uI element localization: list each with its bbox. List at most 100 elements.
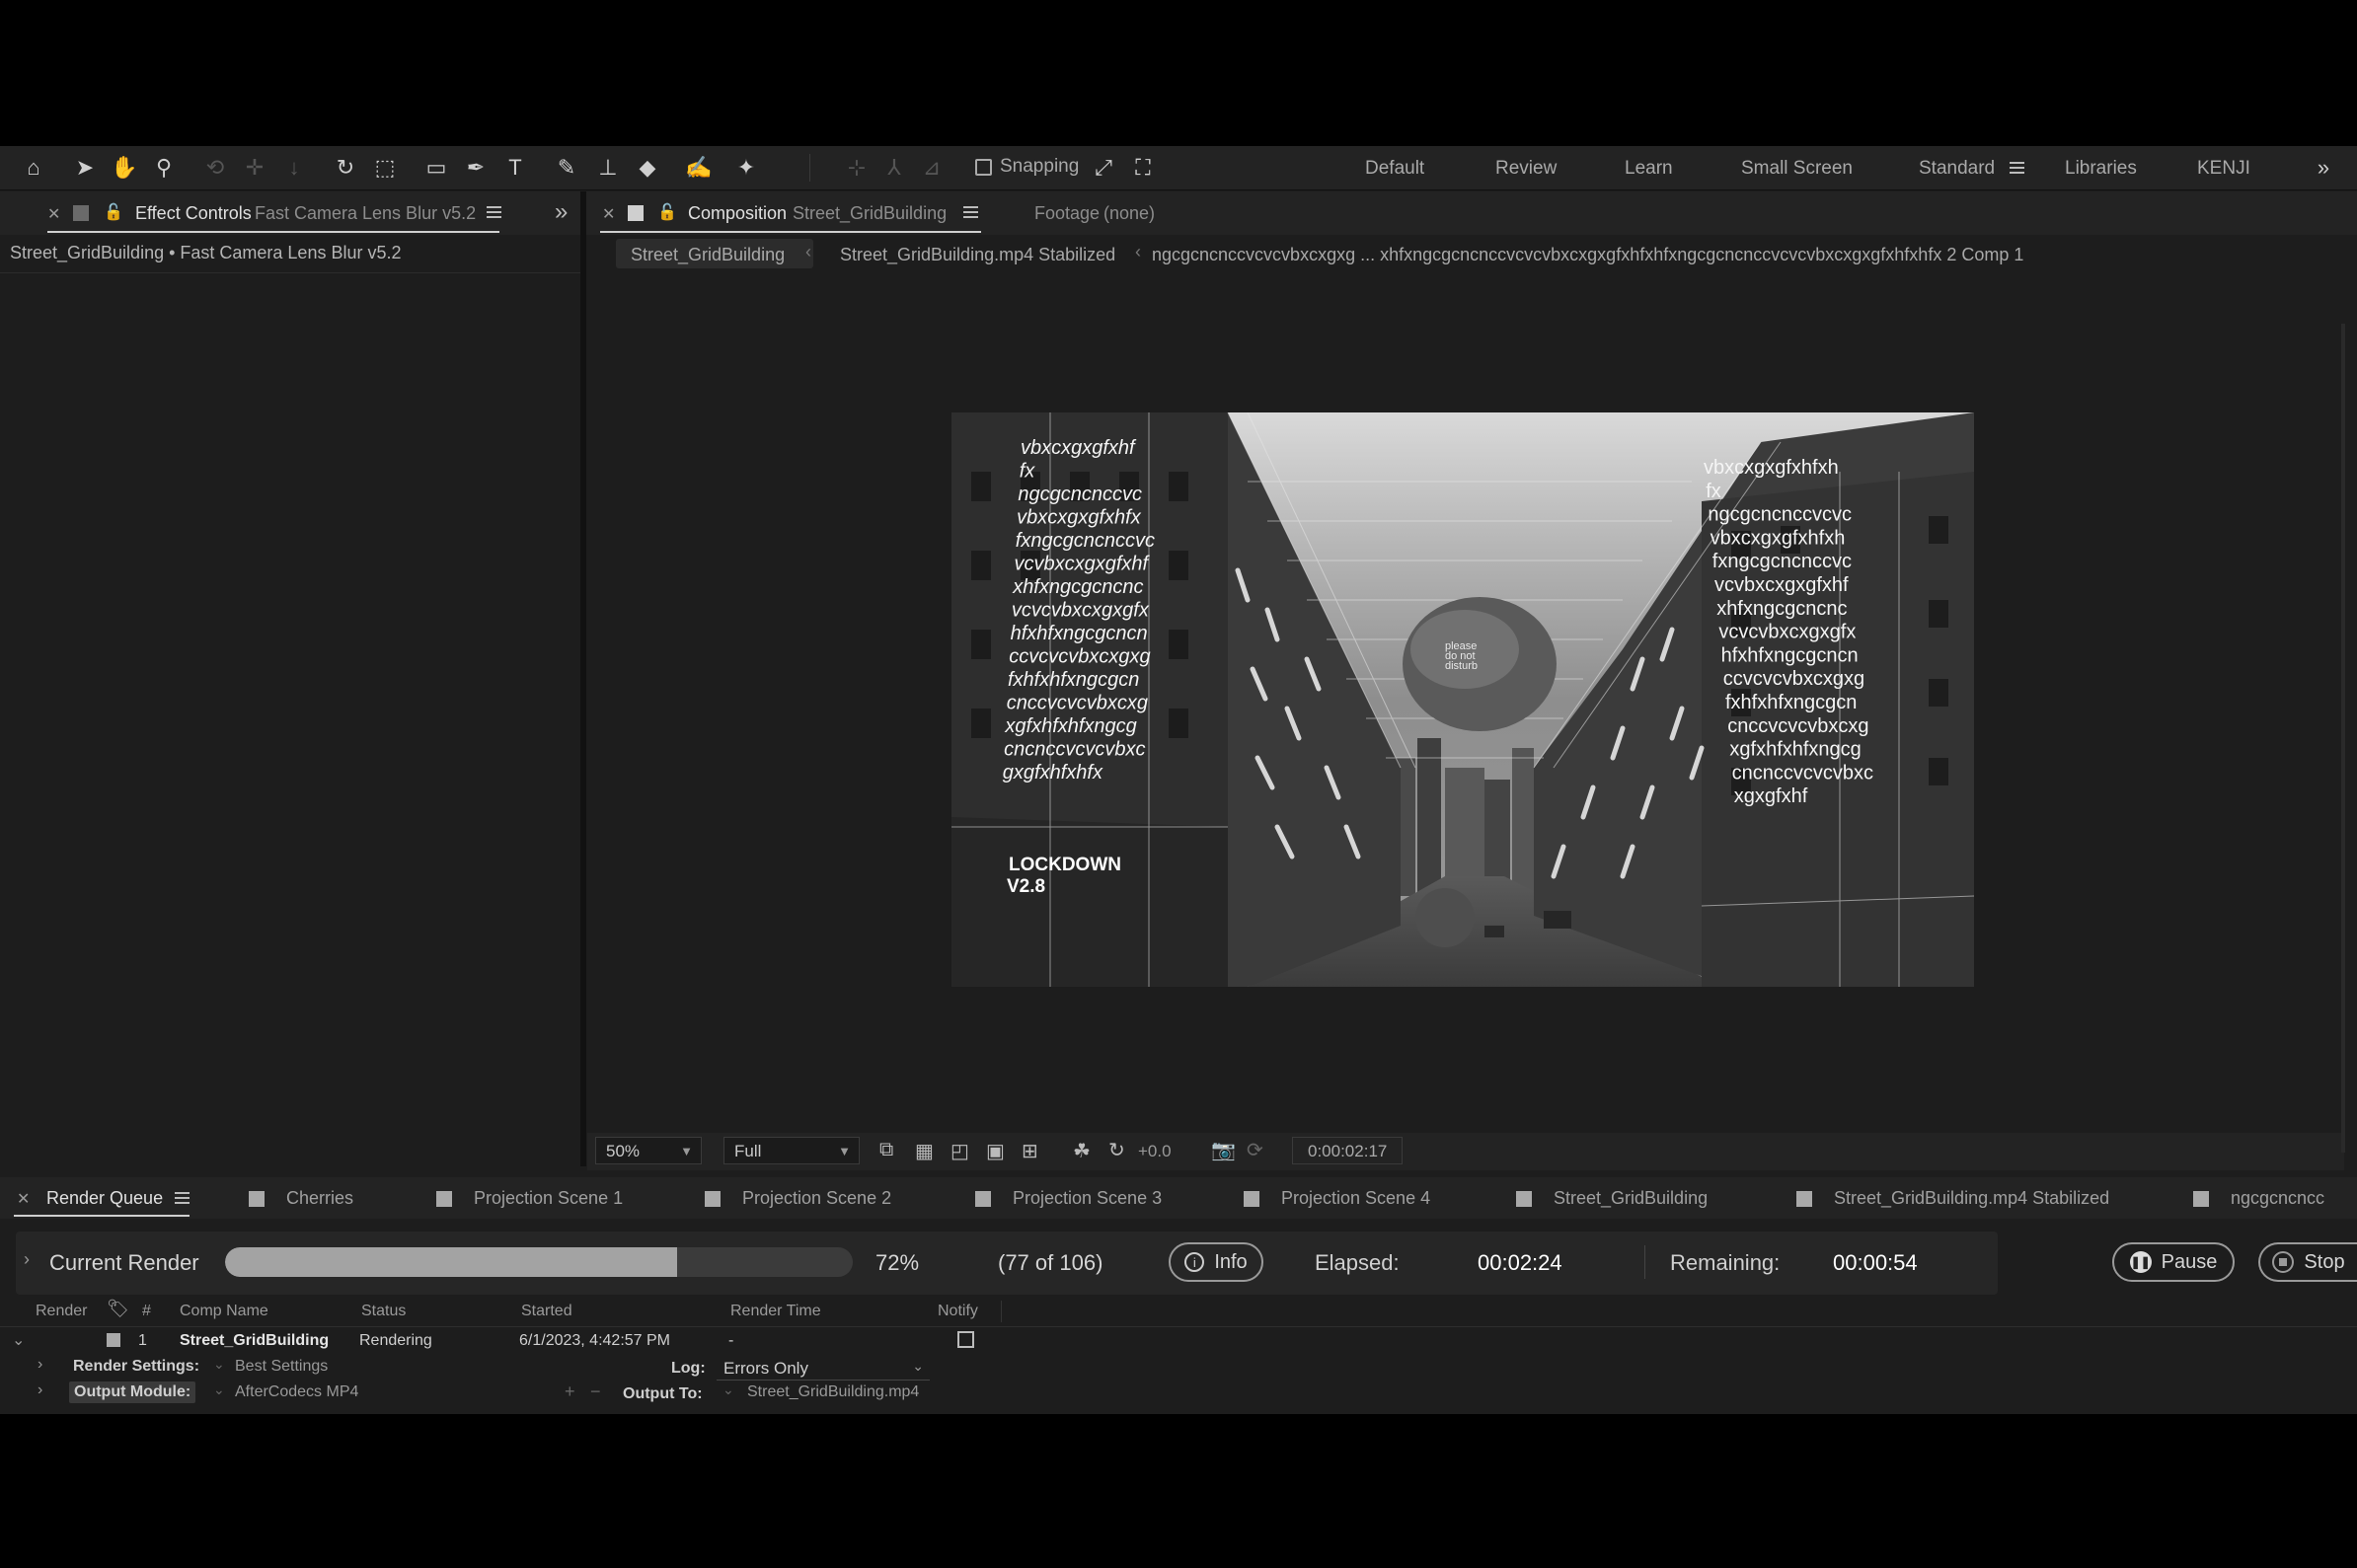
workspace-review[interactable]: Review (1495, 158, 1557, 180)
transparency-grid-icon[interactable]: ▦ (915, 1139, 934, 1163)
reset-exposure-icon[interactable]: ↻ (1108, 1138, 1125, 1162)
eraser-tool-icon[interactable]: ◆ (634, 154, 661, 182)
roto-brush-icon[interactable]: ✍ (685, 154, 713, 182)
home-icon[interactable]: ⌂ (20, 154, 47, 182)
timecode[interactable]: 0:00:02:17 (1308, 1142, 1387, 1161)
render-settings-value[interactable]: Best Settings (235, 1358, 328, 1376)
region-of-interest-icon[interactable]: ▣ (986, 1139, 1005, 1163)
workspace-learn[interactable]: Learn (1625, 158, 1673, 180)
rectangle-tool-icon[interactable]: ▭ (422, 154, 450, 182)
render-queue-tab[interactable]: Render Queue (46, 1188, 163, 1209)
zoom-dropdown[interactable]: 50% ▼ (595, 1137, 702, 1164)
selection-tool-icon[interactable]: ➤ (71, 154, 99, 182)
nav-comp-current[interactable]: Street_GridBuilding (631, 245, 785, 265)
output-module-value[interactable]: AfterCodecs MP4 (235, 1383, 358, 1401)
workspace-kenji[interactable]: KENJI (2197, 158, 2250, 180)
info-button[interactable]: i Info (1169, 1242, 1263, 1282)
exposure-value[interactable]: +0.0 (1138, 1142, 1172, 1161)
render-queue-menu-icon[interactable] (175, 1189, 190, 1207)
rotation-tool-icon[interactable]: ↻ (332, 154, 359, 182)
nav-comp-nested[interactable]: ngcgcncnccvcvcvbxcxgxg ... xhfxngcgcncnc… (1152, 245, 2023, 265)
column-number[interactable]: # (142, 1303, 151, 1328)
close-tab-icon[interactable]: ✕ (47, 204, 60, 224)
item-comp-name[interactable]: Street_GridBuilding (180, 1332, 329, 1350)
tab-street-gridbuilding-stabilized[interactable]: Street_GridBuilding.mp4 Stabilized (1796, 1188, 2109, 1209)
composition-viewer[interactable]: vbxcxgxgfxhf fx ngcgcncnccvc vbxcxgxgfxhfx f… (951, 412, 1974, 987)
effect-controls-layer: Fast Camera Lens Blur v5.2 (255, 203, 477, 223)
footage-tab[interactable]: Footage (1034, 203, 1100, 224)
tab-cherries[interactable]: Cherries (249, 1188, 353, 1209)
column-notify[interactable]: Notify (938, 1303, 978, 1328)
pan-camera-icon[interactable]: ✛ (241, 154, 268, 182)
tab-projection-scene-3[interactable]: Projection Scene 3 (975, 1188, 1162, 1209)
color-channels-icon[interactable]: ☘ (1073, 1139, 1091, 1163)
log-dropdown[interactable]: Errors Only ⌄ (717, 1354, 930, 1381)
tab-street-gridbuilding[interactable]: Street_GridBuilding (1516, 1188, 1708, 1209)
workspace-default[interactable]: Default (1365, 158, 1424, 180)
right-facade-line-3: vbxcxgxgfxhfxh (1711, 527, 1846, 549)
axis-local-icon[interactable]: ⊹ (843, 154, 871, 182)
brush-tool-icon[interactable]: ✎ (553, 154, 580, 182)
column-started[interactable]: Started (521, 1303, 572, 1328)
label-tag-icon[interactable]: 🏷 (107, 1299, 129, 1324)
workspace-menu-icon[interactable] (2010, 159, 2024, 177)
stop-button[interactable]: Stop (2258, 1242, 2357, 1282)
snapping-toggle[interactable]: Snapping (975, 156, 1079, 178)
clone-stamp-icon[interactable]: ⊥ (594, 154, 622, 182)
remove-output-module-icon[interactable]: − (590, 1381, 601, 1402)
zoom-tool-icon[interactable]: ⚲ (150, 154, 178, 182)
expand-panel-icon[interactable]: » (555, 198, 568, 226)
orbit-camera-icon[interactable]: ⟲ (201, 154, 229, 182)
snapping-checkbox[interactable] (975, 158, 992, 176)
fast-preview-icon[interactable]: ⧉ (879, 1139, 893, 1161)
dolly-camera-icon[interactable]: ↓ (280, 154, 308, 182)
panel-menu-icon[interactable] (487, 203, 501, 221)
render-item-row[interactable] (0, 1328, 2357, 1354)
collapse-item-icon[interactable]: ⌄ (12, 1330, 25, 1350)
lock-icon[interactable]: 🔓 (104, 202, 123, 222)
resolution-dropdown[interactable]: Full ▼ (723, 1137, 860, 1164)
column-render-time[interactable]: Render Time (730, 1303, 821, 1328)
hand-tool-icon[interactable]: ✋ (111, 154, 138, 182)
tab-projection-scene-1[interactable]: Projection Scene 1 (436, 1188, 623, 1209)
item-label-color[interactable] (107, 1333, 120, 1347)
workspace-standard[interactable]: Standard (1919, 158, 1995, 180)
close-composition-icon[interactable]: ✕ (602, 204, 615, 224)
tab-projection-scene-2[interactable]: Projection Scene 2 (705, 1188, 891, 1209)
workspace-libraries[interactable]: Libraries (2065, 158, 2137, 180)
snapshot-camera-icon[interactable]: 📷 (1211, 1138, 1236, 1162)
pan-behind-tool-icon[interactable]: ⬚ (371, 154, 399, 182)
expand-workspaces-icon[interactable]: » (2310, 154, 2337, 182)
composition-tab[interactable]: Composition (688, 203, 787, 224)
close-render-queue-icon[interactable]: ✕ (17, 1189, 30, 1209)
output-to-value[interactable]: Street_GridBuilding.mp4 (747, 1383, 919, 1401)
snap-feature-icon[interactable]: ⛶ (1129, 154, 1157, 182)
composition-menu-icon[interactable] (963, 203, 978, 221)
expand-render-settings-icon[interactable]: › (38, 1356, 42, 1374)
expand-output-module-icon[interactable]: › (38, 1381, 42, 1399)
tab-ngcgcncncc[interactable]: ngcgcncncc (2193, 1188, 2324, 1209)
tab-projection-scene-4[interactable]: Projection Scene 4 (1244, 1188, 1430, 1209)
mask-visibility-icon[interactable]: ◰ (950, 1139, 969, 1163)
nav-comp-stabilized[interactable]: Street_GridBuilding.mp4 Stabilized (840, 245, 1115, 265)
grid-guides-icon[interactable]: ⊞ (1022, 1139, 1038, 1163)
viewer-controls-bar: 50% ▼ Full ▼ ⧉ ▦ ◰ ▣ ⊞ ☘ ↻ +0.0 📷 ⟳ 0:00:0… (587, 1133, 2344, 1170)
right-facade-line-12: xgfxhfxhfxngcg (1729, 739, 1861, 761)
axis-view-icon[interactable]: ⊿ (918, 154, 946, 182)
column-status[interactable]: Status (361, 1303, 406, 1328)
workspace-small-screen[interactable]: Small Screen (1741, 158, 1853, 180)
axis-world-icon[interactable]: ⅄ (880, 154, 908, 182)
notify-checkbox[interactable] (957, 1331, 974, 1348)
pen-tool-icon[interactable]: ✒ (462, 154, 490, 182)
type-tool-icon[interactable]: T (501, 154, 529, 182)
add-output-module-icon[interactable]: + (565, 1381, 575, 1402)
show-snapshot-icon[interactable]: ⟳ (1247, 1138, 1263, 1162)
puppet-pin-icon[interactable]: ✦ (732, 154, 760, 182)
effect-controls-tab[interactable]: Effect Controls (135, 203, 252, 224)
expand-current-render-icon[interactable]: › (24, 1249, 30, 1270)
column-comp-name[interactable]: Comp Name (180, 1303, 268, 1328)
snap-edge-icon[interactable]: ⤢ (1090, 154, 1117, 182)
column-render[interactable]: Render (36, 1303, 87, 1328)
pause-button[interactable]: ❚❚ Pause (2112, 1242, 2235, 1282)
lock-icon[interactable]: 🔓 (657, 202, 677, 222)
